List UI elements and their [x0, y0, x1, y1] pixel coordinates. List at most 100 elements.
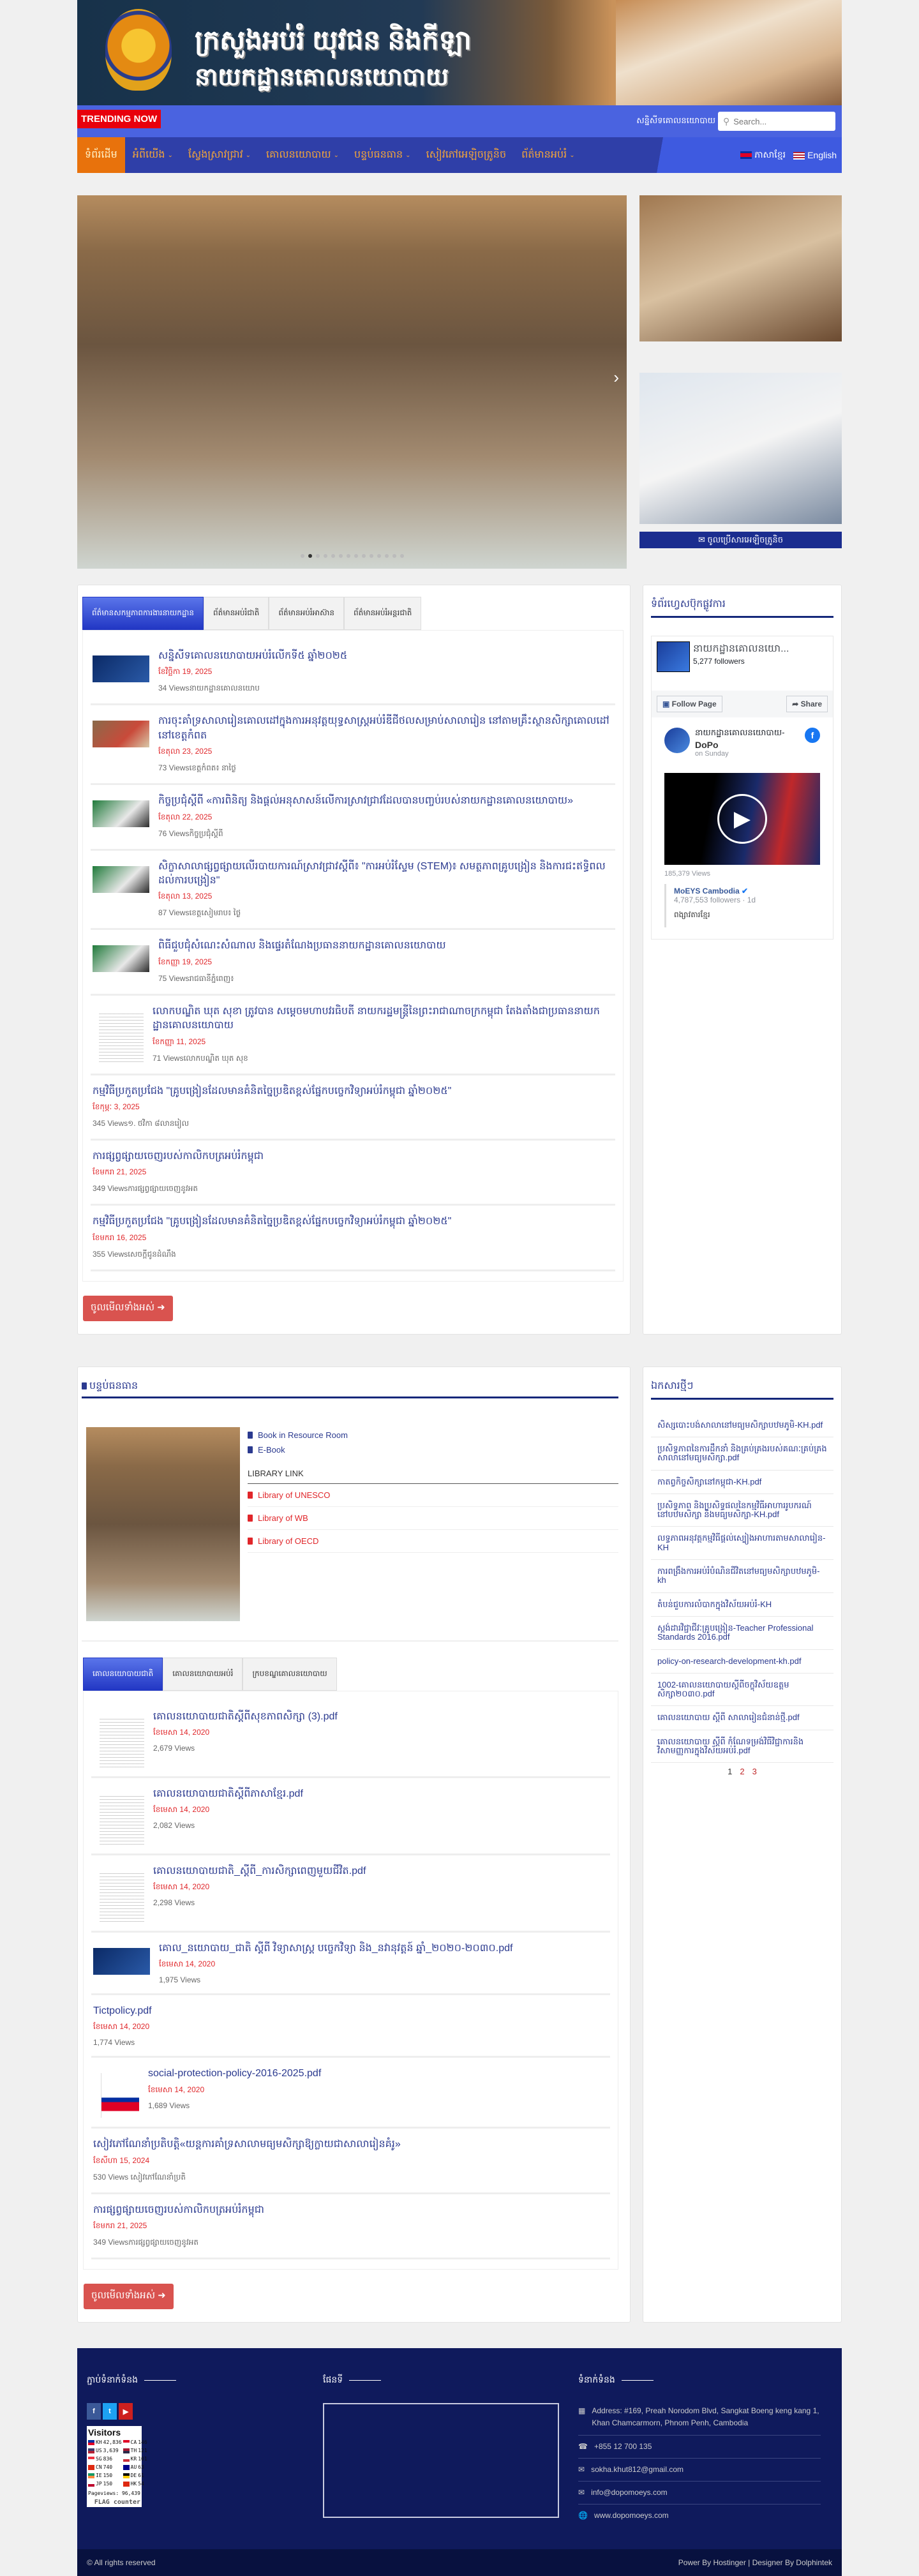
slider-dot[interactable] — [323, 554, 327, 558]
lang-english[interactable]: English — [793, 150, 837, 160]
trending-ticker-link[interactable]: សន្និសីទគោលនយោបាយ — [636, 116, 715, 128]
slider-dot[interactable] — [392, 554, 396, 558]
slider-dot[interactable] — [377, 554, 381, 558]
page-link[interactable]: 2 — [740, 1767, 744, 1776]
item-title-link[interactable]: គោលនយោបាយជាតិស្តីពីសុខភាពសិក្សា (3).pdf — [153, 1710, 338, 1724]
view-all-policies-button[interactable]: ចូលមើលទាំងអស់ ➜ — [84, 2284, 174, 2310]
map-embed[interactable] — [323, 2403, 559, 2519]
item-title-link[interactable]: social-protection-policy-2016-2025.pdf — [148, 2067, 321, 2081]
document-link[interactable]: កាតព្វកិច្ចសិក្សានៅកម្ពុជា-KH.pdf — [651, 1471, 833, 1494]
ministry-emblem-logo[interactable] — [105, 9, 172, 91]
nav-item[interactable]: ព័ត៌មានអប់រំ ⌄ — [514, 137, 582, 173]
item-title-link[interactable]: ការផ្សព្វផ្សាយចេញរបស់កាលិកបត្រអប់រំកម្ពុ… — [93, 2203, 264, 2217]
nav-item[interactable]: ស្វែងស្រាវជ្រាវ ⌄ — [181, 137, 258, 173]
item-title-link[interactable]: គោល_នយោបាយ_ជាតិ ស្តីពី វិទ្យាសាស្ត្រ បច្… — [159, 1942, 512, 1956]
featured-photo-1[interactable] — [639, 195, 842, 341]
thumbnail[interactable] — [93, 721, 149, 748]
page-link[interactable]: 3 — [752, 1767, 757, 1776]
document-link[interactable]: ស្តង់ដារវិជ្ជាជីវៈគ្រូបង្រៀន-Teacher Pro… — [651, 1617, 833, 1650]
resource-link[interactable]: E-Book — [248, 1445, 618, 1455]
slider-dot[interactable] — [331, 554, 335, 558]
flag-counter-widget[interactable]: Visitors KH 42,836 CA 146 US 3,639 TH 121 SG 836 K… — [87, 2426, 147, 2508]
library-link[interactable]: Library of WB — [248, 1507, 618, 1530]
nav-item[interactable]: ទំព័រដើម — [77, 137, 125, 173]
slider-dot[interactable] — [346, 554, 350, 558]
item-title-link[interactable]: ការចុះគាំទ្រសាលារៀនគោលដៅក្នុងការអនុវត្តយ… — [158, 714, 613, 743]
search-input[interactable] — [733, 116, 823, 126]
slider-next-arrow-icon[interactable]: › — [613, 368, 619, 387]
item-title-link[interactable]: សិក្ខាសាលាផ្សព្វផ្សាយលើរបាយការណ៍ស្រាវជ្រ… — [158, 860, 613, 888]
nav-item[interactable]: អំពីយើង ⌄ — [125, 137, 181, 173]
item-title-link[interactable]: ការផ្សព្វផ្សាយចេញរបស់កាលិកបត្រអប់រំកម្ពុ… — [93, 1149, 264, 1164]
nav-item[interactable]: គោលនយោបាយ ⌄ — [258, 137, 347, 173]
image-slider[interactable]: › — [77, 195, 627, 569]
item-title-link[interactable]: លោកបណ្ឌិត ឃុត សុខា ត្រូវបាន សម្តេចមហាបវរ… — [153, 1005, 613, 1033]
page-link[interactable]: 1 — [728, 1767, 732, 1776]
slider-dot[interactable] — [300, 554, 304, 558]
facebook-icon[interactable]: f — [87, 2403, 101, 2420]
item-title-link[interactable]: កិច្ចប្រជុំស្តីពី «ការពិនិត្យ និងផ្តល់អន… — [158, 794, 573, 808]
email-2[interactable]: info@dopomoeys.com — [591, 2487, 668, 2499]
thumbnail[interactable] — [93, 1947, 150, 1975]
slider-dot[interactable] — [338, 554, 343, 558]
slider-dot[interactable] — [315, 554, 320, 558]
nav-item[interactable]: សៀវភៅអេឡិចត្រូនិច — [419, 137, 514, 173]
thumbnail[interactable] — [100, 1716, 144, 1767]
featured-photo-2[interactable] — [639, 373, 842, 524]
library-link[interactable]: Library of UNESCO — [248, 1484, 618, 1507]
email-access-button[interactable]: ✉ ចូលប្រើសារអេឡិចត្រូនិច — [639, 532, 842, 548]
tab[interactable]: គោលនយោបាយជាតិ — [83, 1657, 163, 1691]
youtube-icon[interactable]: ▶ — [119, 2403, 133, 2420]
document-link[interactable]: policy-on-research-development-kh.pdf — [651, 1650, 833, 1674]
thumbnail[interactable] — [93, 865, 149, 893]
fb-page-name[interactable]: នាយកដ្ឋានគោលនយោ... — [693, 641, 789, 657]
item-title-link[interactable]: កម្មវិធីប្រកួតប្រជែង "គ្រូបង្រៀនដែលមានគំ… — [93, 1084, 451, 1098]
document-link[interactable]: ប្រសិទ្ធភាពនៃការដឹកនាំ និងគ្រប់គ្រងរបស់គ… — [651, 1437, 833, 1471]
document-link[interactable]: 1002-គោលនយោបាយស្តីពីចក្ខុវិស័យឧត្តមសិក្ស… — [651, 1674, 833, 1707]
document-link[interactable]: គោលនយោបាយ ស្តីពី សាលារៀនជំនាន់ថ្មី.pdf — [651, 1706, 833, 1730]
document-link[interactable]: លទ្ធភាពអនុវត្តកម្មវិធីផ្តល់ស្បៀងអាហារតាម… — [651, 1527, 833, 1561]
item-title-link[interactable]: គោលនយោបាយជាតិ_ស្តីពី_ការសិក្សាពេញមួយជីវិ… — [153, 1864, 366, 1878]
post-time[interactable]: on Sunday — [695, 750, 785, 758]
tab[interactable]: គោលនយោបាយអប់រំ — [163, 1657, 243, 1691]
slider-dot[interactable] — [354, 554, 358, 558]
shared-page-name[interactable]: MoEYS Cambodia — [674, 887, 740, 895]
slider-dot[interactable] — [384, 554, 389, 558]
thumbnail[interactable] — [100, 1793, 144, 1845]
nav-item[interactable]: បន្ទប់ធនធាន ⌄ — [347, 137, 419, 173]
item-title-link[interactable]: ពិធីជួបជុំសំណេះសំណាល និងផ្ទេរតំណែងប្រធាន… — [158, 939, 446, 953]
credits[interactable]: Power By Hostinger | Designer By Dolphin… — [678, 2558, 832, 2567]
item-title-link[interactable]: សៀវភៅណែនាំប្រតិបត្តិ«យន្តការគាំទ្រសាលាមធ… — [93, 2138, 401, 2152]
tab[interactable]: ព័ត៌មានអប់រំអាស៊ាន — [269, 597, 344, 630]
slider-dot[interactable] — [400, 554, 404, 558]
tab[interactable]: ក្របខណ្ឌគោលនយោបាយ — [243, 1657, 337, 1691]
post-author-short[interactable]: DoPo — [695, 740, 785, 750]
document-link[interactable]: តំបន់ជួបការលំបាកក្នុងវិស័យអប់រំ-KH — [651, 1593, 833, 1617]
item-title-link[interactable]: សន្និសីទគោលនយោបាយអប់រំលើកទី៥ ឆ្នាំ២០២៥ — [158, 649, 347, 663]
website[interactable]: www.dopomoeys.com — [594, 2510, 669, 2522]
twitter-icon[interactable]: t — [103, 2403, 117, 2420]
share-button[interactable]: ➦ Share — [786, 696, 828, 712]
document-link[interactable]: ប្រសិទ្ធភាព និងប្រសិទ្ធផលនៃកម្មវិធីអាហារ… — [651, 1494, 833, 1527]
slider-dot[interactable] — [369, 554, 373, 558]
lang-khmer[interactable]: ភាសាខ្មែរ — [740, 149, 786, 162]
view-all-news-button[interactable]: ចូលមើលទាំងអស់ ➜ — [83, 1295, 173, 1321]
document-link[interactable]: ការពង្រឹងការអប់រំបំណិនជីវិតនៅមធ្យមសិក្សា… — [651, 1560, 833, 1593]
document-link[interactable]: គោលនយោបាយ ស្តីពី កំណែទម្រង់វិធីវិជ្ជាការ… — [651, 1730, 833, 1764]
thumbnail[interactable] — [93, 655, 149, 682]
tab[interactable]: ព័ត៌មានអប់រំអន្តរជាតិ — [343, 597, 422, 630]
avatar[interactable] — [664, 728, 690, 753]
thumbnail[interactable] — [101, 2073, 139, 2118]
facebook-logo-icon[interactable]: f — [805, 728, 820, 743]
item-title-link[interactable]: Tictpolicy.pdf — [93, 2004, 152, 2018]
page-logo[interactable] — [657, 641, 690, 672]
play-icon[interactable]: ▶ — [717, 794, 767, 844]
thumbnail[interactable] — [93, 945, 149, 973]
thumbnail[interactable] — [99, 1010, 144, 1062]
video-player[interactable]: ▶ — [664, 773, 820, 865]
email-1[interactable]: sokha.khut812@gmail.com — [591, 2464, 684, 2476]
slider-dot[interactable] — [361, 554, 366, 558]
post-author[interactable]: នាយកដ្ឋានគោលនយោបាយ- — [695, 728, 785, 740]
item-title-link[interactable]: កម្មវិធីប្រកួតប្រជែង "គ្រូបង្រៀនដែលមានគំ… — [93, 1215, 451, 1229]
thumbnail[interactable] — [100, 1870, 144, 1922]
